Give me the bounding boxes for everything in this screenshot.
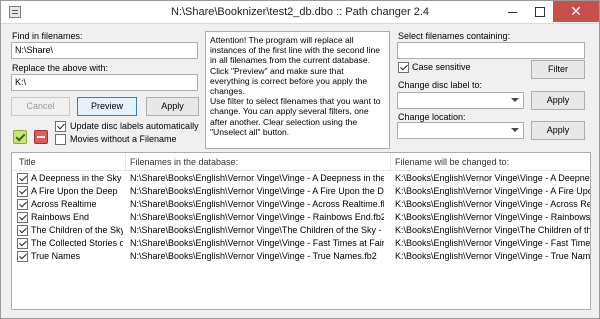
row-checkbox[interactable] [17, 199, 28, 210]
maximize-icon[interactable] [526, 1, 553, 22]
old-filename-cell: N:\Share\Books\English\Vernor Vinge\Ving… [130, 238, 384, 248]
table-row[interactable]: The Children of the Sky N:\Share\Books\E… [12, 224, 590, 237]
new-filename-cell: K:\Books\English\Vernor Vinge\Vinge - A … [395, 173, 590, 183]
row-checkbox[interactable] [17, 225, 28, 236]
movies-without-filename-checkbox[interactable] [55, 134, 66, 145]
table-row[interactable]: A Fire Upon the Deep N:\Share\Books\Engl… [12, 185, 590, 198]
disc-apply-button[interactable]: Apply [531, 91, 585, 110]
case-sensitive-label: Case sensitive [412, 62, 471, 72]
title-cell: Across Realtime [31, 199, 97, 209]
update-disc-labels-checkbox[interactable] [55, 121, 66, 132]
column-header-old-filename[interactable]: Filenames in the database: [130, 157, 238, 167]
new-filename-cell: K:\Books\English\Vernor Vinge\Vinge - Tr… [395, 251, 590, 261]
files-table[interactable]: Title Filenames in the database: Filenam… [11, 152, 591, 310]
row-checkbox[interactable] [17, 212, 28, 223]
old-filename-cell: N:\Share\Books\English\Vernor Vinge\Ving… [130, 212, 384, 222]
case-sensitive-checkbox[interactable] [398, 62, 409, 73]
location-apply-button[interactable]: Apply [531, 121, 585, 140]
title-bar: N:\Share\Booknizer\test2_db.dbo :: Path … [1, 1, 599, 24]
new-filename-cell: K:\Books\English\Vernor Vinge\Vinge - Ra… [395, 212, 590, 222]
chevron-down-icon [511, 128, 519, 132]
close-icon: ✕ [570, 3, 582, 19]
apply-button[interactable]: Apply [146, 97, 199, 116]
update-disc-labels-label: Update disc labels automatically [70, 121, 199, 131]
filter-button[interactable]: Filter [531, 60, 585, 79]
change-location-select[interactable] [397, 122, 524, 139]
disc-label-label: Change disc label to: [398, 80, 483, 90]
table-row[interactable]: Across Realtime N:\Share\Books\English\V… [12, 198, 590, 211]
change-location-label: Change location: [398, 112, 466, 122]
check-icon[interactable] [13, 130, 27, 144]
row-checkbox[interactable] [17, 173, 28, 184]
title-cell: The Children of the Sky [31, 225, 123, 235]
cancel-button[interactable]: Cancel [11, 97, 70, 116]
title-cell: The Collected Stories o... [31, 238, 123, 248]
chevron-down-icon [511, 98, 519, 102]
title-cell: A Deepness in the Sky [31, 173, 122, 183]
select-filenames-label: Select filenames containing: [398, 31, 511, 41]
old-filename-cell: N:\Share\Books\English\Vernor Vinge\Ving… [130, 173, 384, 183]
title-cell: A Fire Upon the Deep [31, 186, 118, 196]
row-checkbox[interactable] [17, 186, 28, 197]
table-row[interactable]: True Names N:\Share\Books\English\Vernor… [12, 250, 590, 263]
column-header-title[interactable]: Title [19, 157, 36, 167]
minimize-icon[interactable] [499, 1, 526, 22]
column-header-new-filename[interactable]: Filename will be changed to: [395, 157, 509, 167]
column-divider[interactable] [390, 153, 391, 171]
new-filename-cell: K:\Books\English\Vernor Vinge\Vinge - A … [395, 186, 590, 196]
old-filename-cell: N:\Share\Books\English\Vernor Vinge\The … [130, 225, 384, 235]
replace-label: Replace the above with: [12, 63, 109, 73]
replace-input[interactable]: K:\ [11, 74, 198, 91]
new-filename-cell: K:\Books\English\Vernor Vinge\Vinge - Ac… [395, 199, 590, 209]
title-cell: Rainbows End [31, 212, 90, 222]
window-controls: ✕ [499, 1, 599, 22]
select-filenames-input[interactable] [397, 42, 585, 59]
row-checkbox[interactable] [17, 251, 28, 262]
old-filename-cell: N:\Share\Books\English\Vernor Vinge\Ving… [130, 251, 377, 261]
info-text: Attention! The program will replace all … [205, 31, 390, 149]
new-filename-cell: K:\Books\English\Vernor Vinge\Vinge - Fa… [395, 238, 590, 248]
preview-button[interactable]: Preview [77, 97, 137, 116]
table-header: Title Filenames in the database: Filenam… [12, 153, 590, 171]
column-divider[interactable] [125, 153, 126, 171]
row-checkbox[interactable] [17, 238, 28, 249]
minus-icon[interactable] [34, 130, 48, 144]
title-cell: True Names [31, 251, 81, 261]
close-button[interactable]: ✕ [553, 1, 599, 22]
find-input[interactable]: N:\Share\ [11, 42, 198, 59]
table-row[interactable]: Rainbows End N:\Share\Books\English\Vern… [12, 211, 590, 224]
old-filename-cell: N:\Share\Books\English\Vernor Vinge\Ving… [130, 199, 384, 209]
movies-without-filename-label: Movies without a Filename [70, 134, 177, 144]
table-row[interactable]: The Collected Stories o... N:\Share\Book… [12, 237, 590, 250]
table-row[interactable]: A Deepness in the Sky N:\Share\Books\Eng… [12, 172, 590, 185]
path-changer-window: N:\Share\Booknizer\test2_db.dbo :: Path … [0, 0, 600, 319]
find-label: Find in filenames: [12, 31, 83, 41]
old-filename-cell: N:\Share\Books\English\Vernor Vinge\Ving… [130, 186, 384, 196]
new-filename-cell: K:\Books\English\Vernor Vinge\The Childr… [395, 225, 590, 235]
disc-label-select[interactable] [397, 92, 524, 109]
